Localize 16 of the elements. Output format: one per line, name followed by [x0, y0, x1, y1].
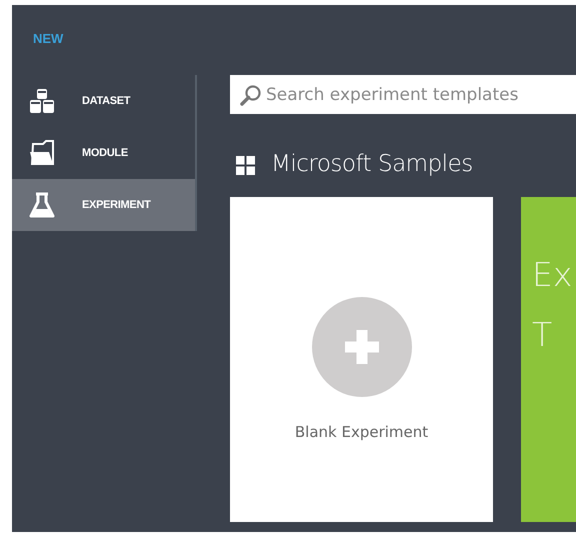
blank-experiment-tile[interactable]: Blank Experiment: [230, 197, 493, 522]
search-icon: [240, 84, 262, 106]
tile-title-line: T: [532, 314, 554, 356]
sidebar-item[interactable]: EXPERIMENT: [12, 179, 195, 231]
header-title: NEW: [32, 30, 64, 48]
sidebar-item[interactable]: MODULE: [12, 127, 195, 179]
tile-title-line: Ex: [532, 254, 574, 296]
sidebar-item[interactable]: DATASET: [12, 75, 195, 127]
plus-circle-icon: [312, 297, 412, 397]
database-stack-icon: [29, 88, 55, 114]
tile-label: Blank Experiment: [294, 422, 428, 443]
flask-icon: [29, 192, 55, 218]
section-title: Microsoft Samples: [271, 151, 473, 179]
grid-icon: [236, 156, 255, 174]
search-field[interactable]: Search experiment templates: [230, 75, 576, 114]
folder-icon: [29, 140, 55, 166]
